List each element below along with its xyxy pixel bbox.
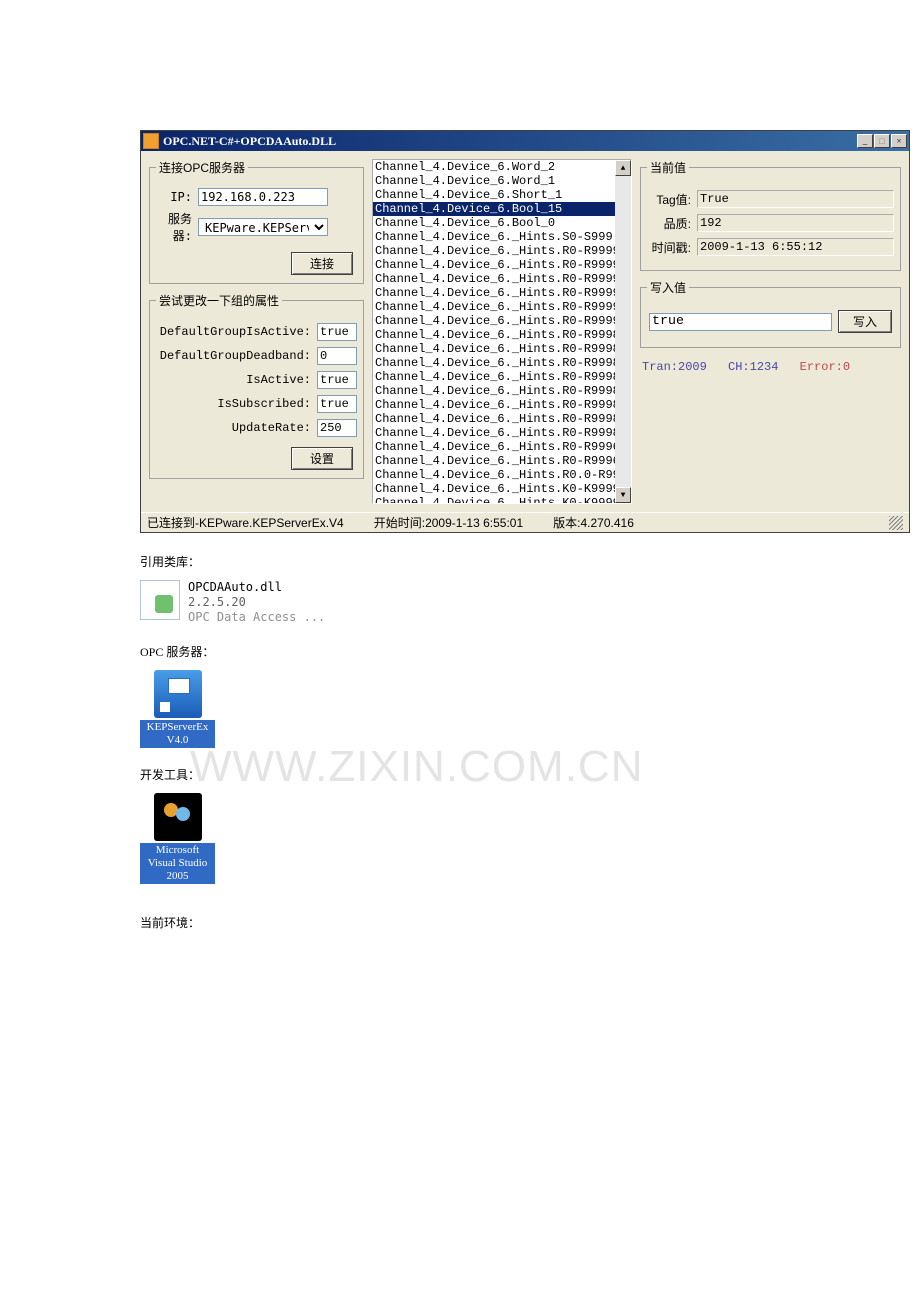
kepserver-label: KEPServerEx V4.0 bbox=[140, 720, 215, 748]
vs-label: Microsoft Visual Studio 2005 bbox=[140, 843, 215, 884]
connect-group: 连接OPC服务器 IP: 服务器: KEPware.KEPServe 连接 bbox=[149, 159, 364, 284]
dll-desc: OPC Data Access ... bbox=[188, 610, 325, 625]
list-item[interactable]: Channel_4.Device_6.Word_2 bbox=[373, 160, 615, 174]
write-button[interactable]: 写入 bbox=[838, 310, 892, 333]
updaterate-input[interactable] bbox=[317, 419, 357, 437]
resize-grip-icon[interactable] bbox=[889, 516, 903, 530]
quality-label: 品质: bbox=[647, 215, 697, 232]
window-title: OPC.NET-C#+OPCDAAuto.DLL bbox=[163, 134, 857, 149]
app-icon bbox=[143, 133, 159, 149]
scroll-track[interactable] bbox=[615, 176, 631, 487]
maximize-button: □ bbox=[874, 134, 890, 148]
current-legend: 当前值 bbox=[647, 159, 689, 176]
quality-field bbox=[697, 214, 894, 232]
list-item[interactable]: Channel_4.Device_6._Hints.K0-K9999 S bbox=[373, 496, 615, 503]
vs-shortcut[interactable]: Microsoft Visual Studio 2005 bbox=[140, 793, 215, 884]
ip-label: IP: bbox=[156, 190, 198, 204]
list-item[interactable]: Channel_4.Device_6.Word_1 bbox=[373, 174, 615, 188]
opc-server-heading: OPC 服务器： bbox=[140, 643, 920, 660]
list-item[interactable]: Channel_4.Device_6._Hints.R0-R9999 W bbox=[373, 244, 615, 258]
list-item[interactable]: Channel_4.Device_6._Hints.R0-R9996 I bbox=[373, 440, 615, 454]
ip-input[interactable] bbox=[198, 188, 328, 206]
minimize-button[interactable]: _ bbox=[857, 134, 873, 148]
connect-button[interactable]: 连接 bbox=[291, 252, 353, 275]
list-item[interactable]: Channel_4.Device_6._Hints.R0-R9998 | bbox=[373, 412, 615, 426]
status-connection: 已连接到-KEPware.KEPServerEx.V4 bbox=[147, 514, 354, 531]
timestamp-label: 时间戳: bbox=[647, 239, 697, 256]
list-item[interactable]: Channel_4.Device_6._Hints.R0-R9999 | bbox=[373, 300, 615, 314]
list-item[interactable]: Channel_4.Device_6._Hints.R0-R9999 | bbox=[373, 286, 615, 300]
current-value-group: 当前值 Tag值: 品质: 时间戳: bbox=[640, 159, 901, 271]
list-item[interactable]: Channel_4.Device_6.Bool_15 bbox=[373, 202, 615, 216]
list-item[interactable]: Channel_4.Device_6._Hints.R0-R9998 I bbox=[373, 328, 615, 342]
list-item[interactable]: Channel_4.Device_6._Hints.R0.0-R9999 bbox=[373, 468, 615, 482]
list-item[interactable]: Channel_4.Device_6._Hints.R0-R9999 S bbox=[373, 258, 615, 272]
status-version: 版本:4.270.416 bbox=[553, 514, 634, 531]
list-item[interactable]: Channel_4.Device_6._Hints.R0-R9998 I bbox=[373, 342, 615, 356]
metrics-line: Tran:2009 CH:1234 Error:0 bbox=[640, 356, 901, 378]
list-item[interactable]: Channel_4.Device_6._Hints.R0-R9996 | bbox=[373, 454, 615, 468]
vs-icon bbox=[154, 793, 202, 841]
group-props: 尝试更改一下组的属性 DefaultGroupIsActive: Default… bbox=[149, 292, 364, 479]
dll-filename: OPCDAAuto.dll bbox=[188, 580, 325, 595]
group-legend: 尝试更改一下组的属性 bbox=[156, 292, 282, 309]
group-field-label: IsActive: bbox=[156, 373, 317, 387]
write-input[interactable] bbox=[649, 313, 832, 331]
group-field-label: UpdateRate: bbox=[156, 421, 317, 435]
kepserver-icon bbox=[154, 670, 202, 718]
list-item[interactable]: Channel_4.Device_6._Hints.R0-R9999 F bbox=[373, 272, 615, 286]
set-button[interactable]: 设置 bbox=[291, 447, 353, 470]
dll-version: 2.2.5.20 bbox=[188, 595, 325, 610]
group-field-label: IsSubscribed: bbox=[156, 397, 317, 411]
status-start-time: 开始时间:2009-1-13 6:55:01 bbox=[374, 514, 523, 531]
timestamp-field bbox=[697, 238, 894, 256]
dev-tool-heading: 开发工具： bbox=[140, 766, 920, 783]
list-item[interactable]: Channel_4.Device_6._Hints.S0-S999 S bbox=[373, 230, 615, 244]
scroll-up-icon[interactable]: ▲ bbox=[615, 160, 631, 176]
list-item[interactable]: Channel_4.Device_6._Hints.R0-R9998 | bbox=[373, 426, 615, 440]
list-item[interactable]: Channel_4.Device_6.Bool_0 bbox=[373, 216, 615, 230]
kepserver-shortcut[interactable]: KEPServerEx V4.0 bbox=[140, 670, 215, 748]
scrollbar[interactable]: ▲ ▼ bbox=[615, 160, 631, 503]
group-field-label: DefaultGroupDeadband: bbox=[156, 349, 317, 363]
status-bar: 已连接到-KEPware.KEPServerEx.V4 开始时间:2009-1-… bbox=[141, 512, 909, 532]
close-button[interactable]: × bbox=[891, 134, 907, 148]
app-window: OPC.NET-C#+OPCDAAuto.DLL _ □ × 连接OPC服务器 … bbox=[140, 130, 910, 533]
list-item[interactable]: Channel_4.Device_6._Hints.R0-R9998 | bbox=[373, 384, 615, 398]
tag-value-field bbox=[697, 190, 894, 208]
tag-listbox[interactable]: Channel_4.Device_6.Word_2Channel_4.Devic… bbox=[372, 159, 632, 504]
list-item[interactable]: Channel_4.Device_6._Hints.K0-K9999 W bbox=[373, 482, 615, 496]
isactive-input[interactable] bbox=[317, 371, 357, 389]
ref-lib-heading: 引用类库： bbox=[140, 553, 920, 570]
list-item[interactable]: Channel_4.Device_6.Short_1 bbox=[373, 188, 615, 202]
write-legend: 写入值 bbox=[647, 279, 689, 296]
group-deadband-input[interactable] bbox=[317, 347, 357, 365]
list-item[interactable]: Channel_4.Device_6._Hints.R0-R9998 F bbox=[373, 356, 615, 370]
list-item[interactable]: Channel_4.Device_6._Hints.R0-R9998 | bbox=[373, 398, 615, 412]
tag-value-label: Tag值: bbox=[647, 191, 697, 208]
dll-file-item: OPCDAAuto.dll 2.2.5.20 OPC Data Access .… bbox=[140, 580, 920, 625]
server-select[interactable]: KEPware.KEPServe bbox=[198, 218, 328, 236]
titlebar[interactable]: OPC.NET-C#+OPCDAAuto.DLL _ □ × bbox=[141, 131, 909, 151]
dll-file-icon bbox=[140, 580, 180, 620]
issubscribed-input[interactable] bbox=[317, 395, 357, 413]
group-field-label: DefaultGroupIsActive: bbox=[156, 325, 317, 339]
connect-legend: 连接OPC服务器 bbox=[156, 159, 248, 176]
env-heading: 当前环境： bbox=[140, 914, 920, 931]
server-label: 服务器: bbox=[156, 210, 198, 244]
write-value-group: 写入值 写入 bbox=[640, 279, 901, 348]
list-item[interactable]: Channel_4.Device_6._Hints.R0-R9999 | bbox=[373, 314, 615, 328]
scroll-down-icon[interactable]: ▼ bbox=[615, 487, 631, 503]
list-item[interactable]: Channel_4.Device_6._Hints.R0-R9998 I bbox=[373, 370, 615, 384]
group-isactive-input[interactable] bbox=[317, 323, 357, 341]
